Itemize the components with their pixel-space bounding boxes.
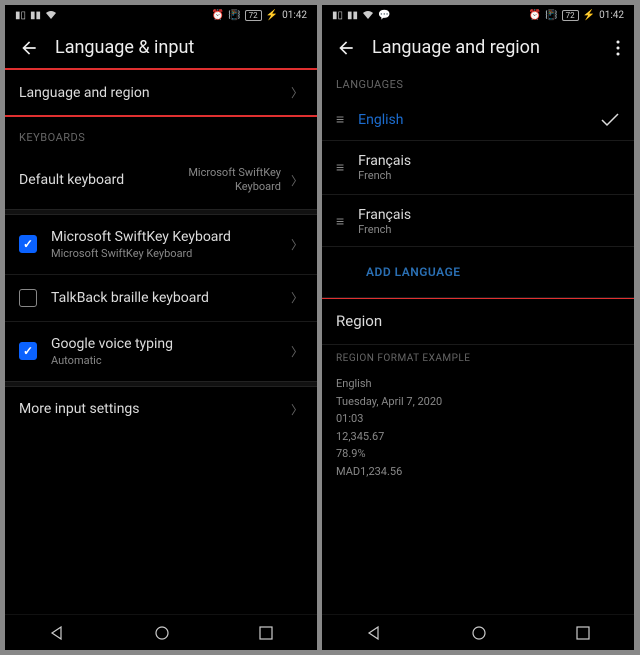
language-region-row[interactable]: Language and region 〉 — [5, 68, 317, 117]
chevron-right-icon: 〉 — [291, 401, 303, 418]
language-item-francais-1[interactable]: ≡ Français French — [322, 140, 634, 194]
back-icon[interactable] — [336, 38, 356, 58]
nav-bar — [322, 614, 634, 650]
wifi-icon — [362, 10, 374, 20]
row-title: Google voice typing — [51, 336, 287, 352]
clock-text: 01:42 — [282, 10, 307, 21]
drag-handle-icon[interactable]: ≡ — [336, 159, 342, 176]
section-label-keyboards: KEYBOARDS — [5, 115, 317, 152]
chevron-right-icon: 〉 — [291, 172, 303, 189]
keyboard-swiftkey-row[interactable]: Microsoft SwiftKey Keyboard Microsoft Sw… — [5, 215, 317, 274]
example-lang: English — [336, 375, 620, 393]
chevron-right-icon: 〉 — [291, 343, 303, 360]
status-icons-left: ▮▯ ▮▮ 💬 — [332, 10, 390, 21]
checkbox[interactable] — [19, 235, 37, 253]
chevron-right-icon: 〉 — [291, 84, 303, 101]
example-date: Tuesday, April 7, 2020 — [336, 393, 620, 411]
messenger-icon: 💬 — [378, 10, 390, 21]
row-subtitle: Automatic — [51, 354, 287, 367]
bolt-icon: ⚡ — [266, 10, 278, 21]
region-example-label: REGION FORMAT EXAMPLE — [336, 351, 620, 367]
header: Language & input — [5, 25, 317, 70]
check-icon — [600, 112, 620, 128]
row-title: Microsoft SwiftKey Keyboard — [51, 229, 287, 245]
alarm-icon: ⏰ — [212, 10, 224, 21]
row-title: Default keyboard — [19, 172, 188, 188]
signal-icon: ▮▯ — [332, 10, 343, 21]
example-time: 01:03 — [336, 410, 620, 428]
chevron-right-icon: 〉 — [291, 289, 303, 306]
battery-badge: 72 — [562, 10, 579, 21]
page-title: Language and region — [372, 37, 540, 58]
status-icons-right: ⏰ 📳 72 ⚡ 01:42 — [212, 10, 307, 21]
keyboard-voice-row[interactable]: Google voice typing Automatic 〉 — [5, 321, 317, 381]
clock-text: 01:42 — [599, 10, 624, 21]
status-bar: ▮▯ ▮▮ 💬 ⏰ 📳 72 ⚡ 01:42 — [322, 5, 634, 25]
nav-back-icon[interactable] — [366, 625, 382, 641]
nav-back-icon[interactable] — [49, 625, 65, 641]
checkbox[interactable] — [19, 289, 37, 307]
keyboard-talkback-row[interactable]: TalkBack braille keyboard 〉 — [5, 274, 317, 321]
nav-recent-icon[interactable] — [576, 626, 590, 640]
drag-handle-icon[interactable]: ≡ — [336, 111, 342, 128]
nav-home-icon[interactable] — [154, 625, 170, 641]
chevron-right-icon: 〉 — [291, 236, 303, 253]
status-icons-left: ▮▯ ▮▮ — [15, 10, 57, 21]
vibrate-icon: 📳 — [228, 10, 240, 21]
row-title: Language and region — [19, 85, 287, 101]
nav-bar — [5, 614, 317, 650]
language-name: English — [358, 112, 584, 128]
page-title: Language & input — [55, 37, 194, 58]
screenshot-right: ▮▯ ▮▮ 💬 ⏰ 📳 72 ⚡ 01:42 Language and regi… — [322, 5, 634, 650]
language-item-francais-2[interactable]: ≡ Français French — [322, 194, 634, 248]
vibrate-icon: 📳 — [545, 10, 557, 21]
language-sub: French — [358, 223, 620, 236]
signal-icon: ▮▮ — [30, 10, 41, 21]
signal-icon: ▮▯ — [15, 10, 26, 21]
header: Language and region — [322, 25, 634, 70]
nav-home-icon[interactable] — [471, 625, 487, 641]
wifi-icon — [45, 10, 57, 20]
region-format-example: REGION FORMAT EXAMPLE English Tuesday, A… — [322, 345, 634, 495]
region-row[interactable]: Region — [322, 297, 634, 344]
bolt-icon: ⚡ — [583, 10, 595, 21]
battery-badge: 72 — [245, 10, 262, 21]
row-title: More input settings — [19, 401, 287, 417]
signal-icon: ▮▮ — [347, 10, 358, 21]
drag-handle-icon[interactable]: ≡ — [336, 213, 342, 230]
example-currency: MAD1,234.56 — [336, 463, 620, 481]
status-icons-right: ⏰ 📳 72 ⚡ 01:42 — [529, 10, 624, 21]
section-label-languages: LANGUAGES — [322, 70, 634, 99]
language-name: Français — [358, 153, 620, 169]
screenshot-left: ▮▯ ▮▮ ⏰ 📳 72 ⚡ 01:42 Language & input La… — [5, 5, 317, 650]
more-icon[interactable] — [616, 40, 620, 56]
row-subtitle: Microsoft SwiftKey Keyboard — [51, 247, 287, 260]
checkbox[interactable] — [19, 342, 37, 360]
example-number: 12,345.67 — [336, 428, 620, 446]
example-percent: 78.9% — [336, 445, 620, 463]
alarm-icon: ⏰ — [529, 10, 541, 21]
status-bar: ▮▯ ▮▮ ⏰ 📳 72 ⚡ 01:42 — [5, 5, 317, 25]
nav-recent-icon[interactable] — [259, 626, 273, 640]
default-keyboard-row[interactable]: Default keyboard Microsoft SwiftKey Keyb… — [5, 152, 317, 209]
back-icon[interactable] — [19, 38, 39, 58]
language-sub: French — [358, 169, 620, 182]
row-title: TalkBack braille keyboard — [51, 290, 287, 306]
row-value: Microsoft SwiftKey — [188, 166, 281, 180]
language-name: Français — [358, 207, 620, 223]
add-language-button[interactable]: ADD LANGUAGE — [322, 246, 634, 299]
row-value: Keyboard — [188, 180, 281, 194]
more-input-row[interactable]: More input settings 〉 — [5, 387, 317, 432]
language-item-english[interactable]: ≡ English — [322, 99, 634, 140]
